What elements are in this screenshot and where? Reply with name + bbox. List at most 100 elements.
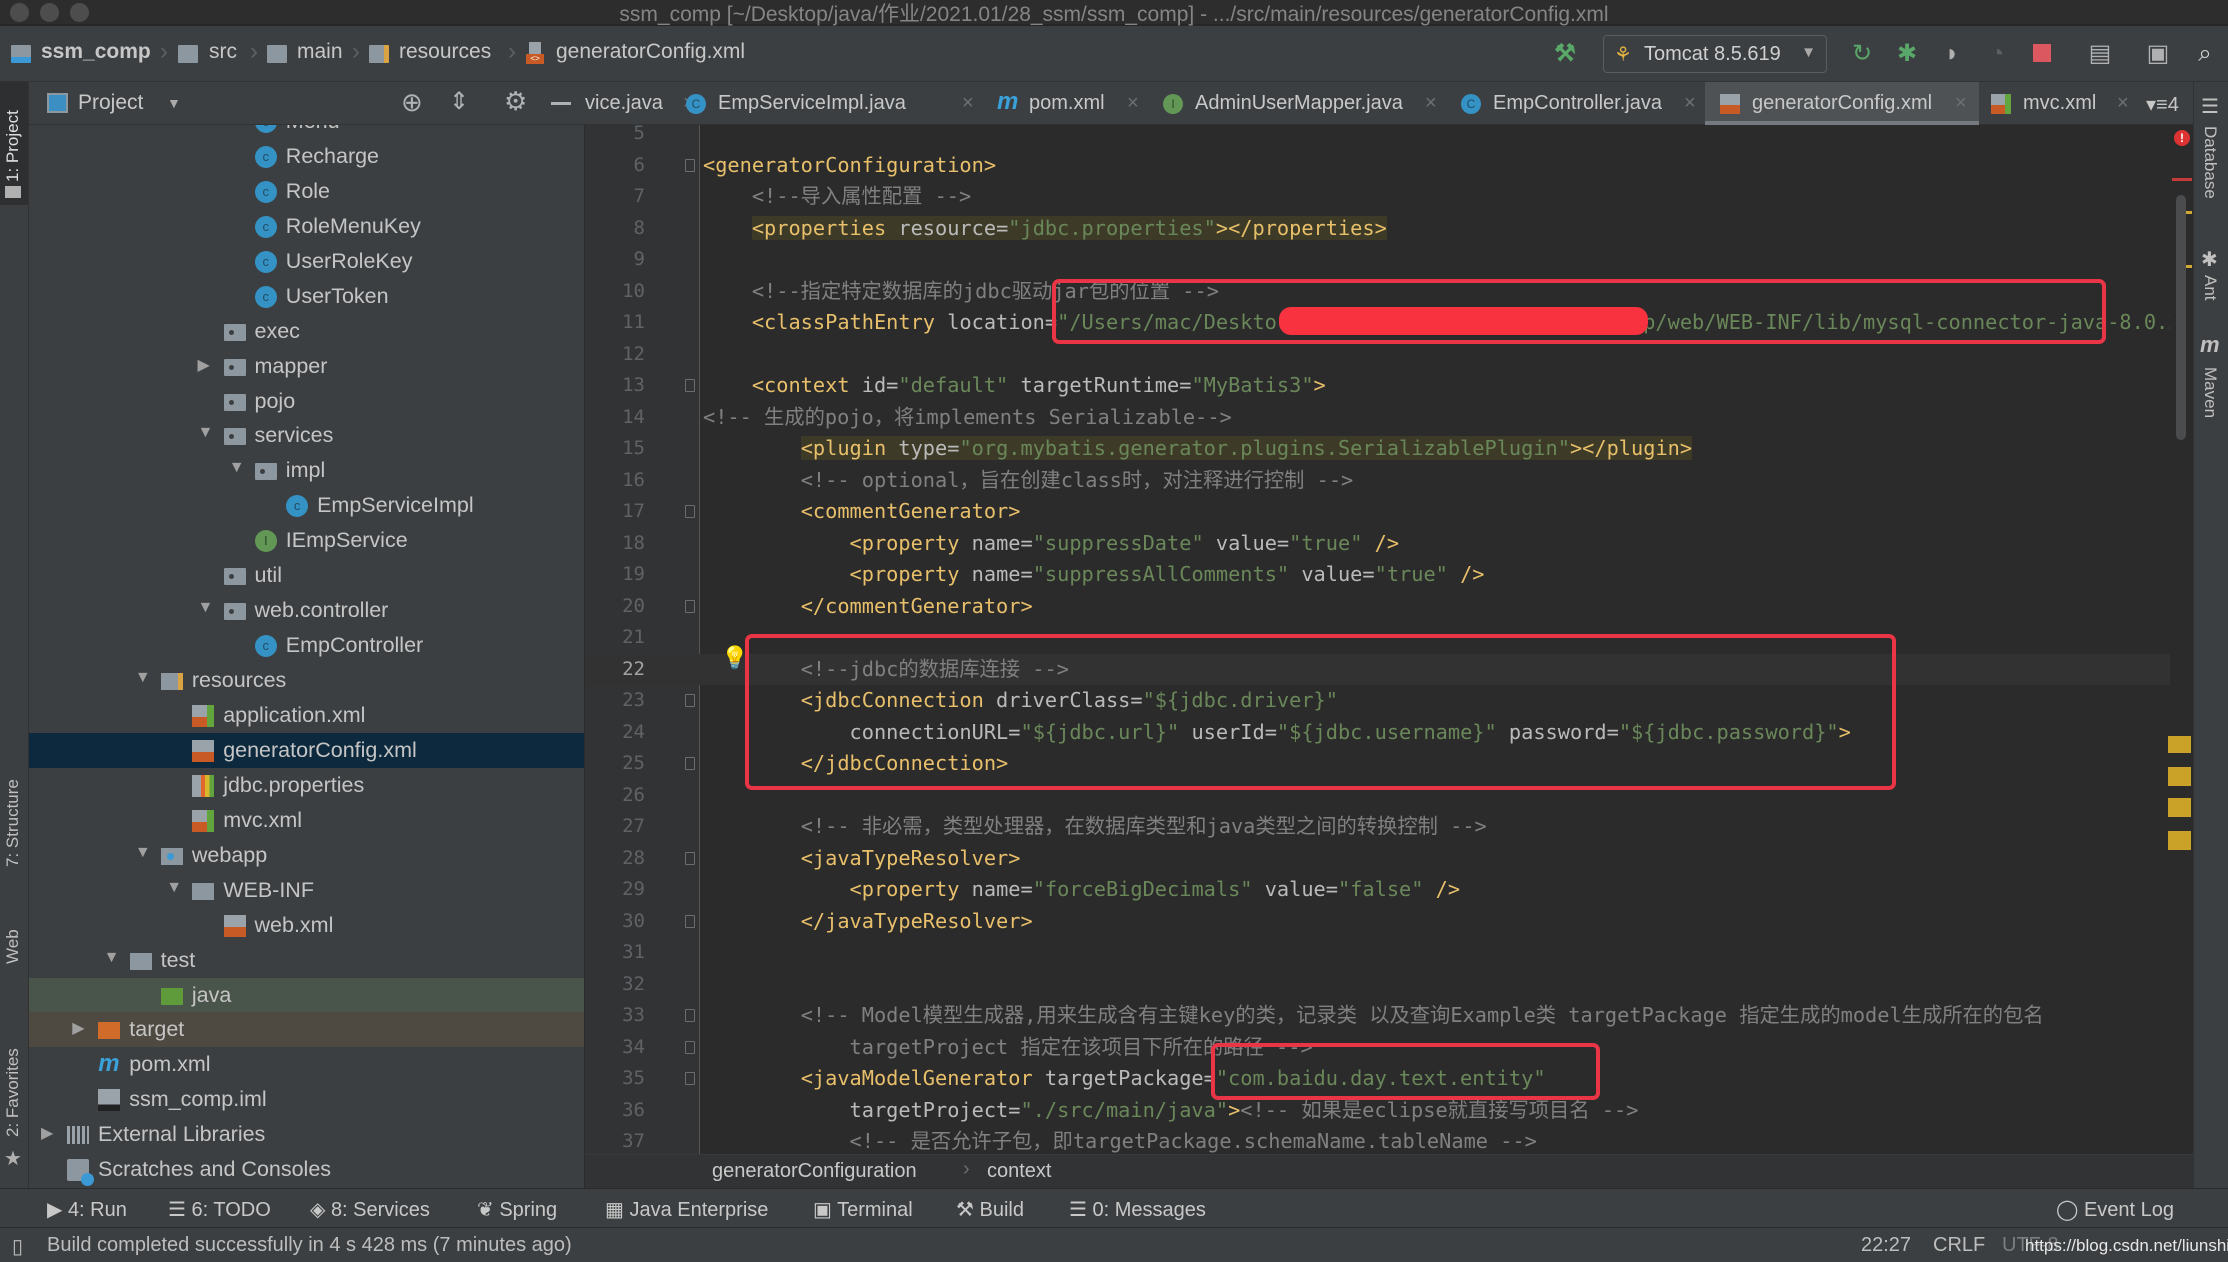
code-line[interactable]: 16 <!-- optional，旨在创建class时，对注释进行控制 --> bbox=[585, 465, 2193, 497]
chevron-right-icon[interactable]: ▶ bbox=[198, 355, 210, 375]
tab-mvc-xml[interactable]: mvc.xml × bbox=[1989, 82, 2141, 125]
web-tool-tab[interactable]: Web bbox=[3, 929, 23, 964]
error-icon[interactable]: ! bbox=[2174, 130, 2190, 146]
chevron-down-icon[interactable]: ▼ bbox=[229, 459, 245, 477]
chevron-right-icon[interactable]: ▶ bbox=[41, 1123, 53, 1143]
fold-marker-icon[interactable] bbox=[685, 505, 695, 518]
fold-marker-icon[interactable] bbox=[685, 757, 695, 770]
code-line[interactable]: 8 <properties resource="jdbc.properties"… bbox=[585, 213, 2193, 245]
tree-item-services[interactable]: ▼ services bbox=[29, 418, 584, 453]
terminal-tool-button[interactable]: ▣ Terminal bbox=[813, 1197, 913, 1222]
fold-marker-icon[interactable] bbox=[685, 1072, 695, 1085]
search-icon[interactable]: ⌕ bbox=[2190, 40, 2220, 68]
close-tab-icon[interactable]: × bbox=[1127, 92, 1139, 115]
presentation-icon[interactable]: ▣ bbox=[2143, 40, 2173, 68]
chevron-down-icon[interactable]: ▼ bbox=[135, 844, 151, 862]
tree-item-impl[interactable]: ▼ impl bbox=[29, 453, 584, 488]
breadcrumb-project[interactable]: ssm_comp bbox=[41, 40, 151, 64]
toggle-tool-windows-icon[interactable]: ▯ bbox=[12, 1234, 23, 1259]
stop-icon[interactable] bbox=[2033, 44, 2051, 62]
build-tool-button[interactable]: ⚒ Build bbox=[956, 1197, 1024, 1222]
tree-item-userrolekey[interactable]: c UserRoleKey bbox=[29, 244, 584, 279]
services-tool-button[interactable]: ◈ 8: Services bbox=[310, 1197, 430, 1222]
tree-item-pojo[interactable]: pojo bbox=[29, 384, 584, 419]
fold-marker-icon[interactable] bbox=[685, 599, 695, 613]
project-structure-icon[interactable]: ▤ bbox=[2085, 40, 2115, 68]
code-line[interactable]: 19 <property name="suppressAllComments" … bbox=[585, 559, 2193, 591]
project-tool-tab[interactable]: 1: Project bbox=[0, 82, 28, 205]
tab-empserviceimpl-java[interactable]: C EmpServiceImpl.java × bbox=[686, 82, 986, 125]
tree-item-web-xml[interactable]: web.xml bbox=[29, 908, 584, 943]
code-line[interactable]: 37 <!-- 是否允许子包，即targetPackage.schemaName… bbox=[585, 1126, 2193, 1154]
maven-tool-tab[interactable]: Maven bbox=[2200, 367, 2220, 418]
chevron-down-icon[interactable]: ▼ bbox=[135, 669, 151, 687]
debug-icon[interactable]: ✱ bbox=[1892, 40, 1922, 68]
tree-item-menu[interactable]: c Menu bbox=[29, 125, 584, 139]
tree-item-iempservice[interactable]: I IEmpService bbox=[29, 523, 584, 558]
breadcrumb-context[interactable]: context bbox=[987, 1160, 1051, 1183]
tab-pom-xml[interactable]: m pom.xml × bbox=[995, 82, 1151, 125]
tree-item-exec[interactable]: exec bbox=[29, 314, 584, 349]
code-line[interactable]: 5 bbox=[585, 125, 2193, 150]
tree-item-web-controller[interactable]: ▼ web.controller bbox=[29, 593, 584, 628]
error-marker[interactable] bbox=[2172, 178, 2192, 181]
tree-item-empcontroller[interactable]: c EmpController bbox=[29, 628, 584, 663]
database-tool-tab[interactable]: Database bbox=[2200, 126, 2220, 199]
warning-marker[interactable] bbox=[2168, 767, 2191, 786]
tree-item-usertoken[interactable]: c UserToken bbox=[29, 279, 584, 314]
event-log-button[interactable]: ◯ Event Log bbox=[2056, 1197, 2174, 1222]
chevron-down-icon[interactable]: ▼ bbox=[166, 879, 182, 897]
tree-item-generatorconfig-xml[interactable]: generatorConfig.xml bbox=[29, 732, 584, 768]
rerun-icon[interactable]: ↻ bbox=[1847, 40, 1877, 68]
collapse-all-icon[interactable]: ⇕ bbox=[449, 87, 469, 116]
chevron-down-icon[interactable]: ▼ bbox=[104, 949, 120, 967]
code-line[interactable]: 33 <!-- Model模型生成器,用来生成含有主键key的类，记录类 以及查… bbox=[585, 1000, 2193, 1032]
fold-marker-icon[interactable] bbox=[685, 1040, 695, 1054]
scrollbar-thumb[interactable] bbox=[2176, 195, 2186, 440]
ant-tool-tab[interactable]: Ant bbox=[2200, 275, 2220, 301]
code-line[interactable]: 27 <!-- 非必需，类型处理器，在数据库类型和java类型之间的转换控制 -… bbox=[585, 811, 2193, 843]
code-editor[interactable]: 5 6 <generatorConfiguration> 7 <!--导入属性配置 -… bbox=[585, 125, 2193, 1154]
chevron-right-icon[interactable]: ▶ bbox=[72, 1018, 84, 1038]
tree-item-jdbc-properties[interactable]: jdbc.properties bbox=[29, 768, 584, 803]
tree-item-role[interactable]: c Role bbox=[29, 174, 584, 209]
breadcrumb-src[interactable]: src bbox=[209, 40, 237, 64]
breadcrumb-main[interactable]: main bbox=[297, 40, 343, 64]
project-tool-label[interactable]: 1: Project bbox=[3, 110, 23, 182]
close-tab-icon[interactable]: × bbox=[2117, 92, 2129, 115]
profile-icon[interactable]: ◔ bbox=[1982, 40, 2012, 68]
code-line[interactable]: 17 <commentGenerator> bbox=[585, 496, 2193, 528]
tree-item-java[interactable]: java bbox=[29, 977, 584, 1013]
close-tab-icon[interactable]: × bbox=[962, 92, 974, 115]
caret-position[interactable]: 22:27 bbox=[1861, 1234, 1911, 1257]
code-line[interactable]: 13 <context id="default" targetRuntime="… bbox=[585, 370, 2193, 402]
tree-item-application-xml[interactable]: application.xml bbox=[29, 698, 584, 733]
fold-marker-icon[interactable] bbox=[685, 158, 695, 172]
breadcrumb-resources[interactable]: resources bbox=[399, 40, 491, 64]
code-line[interactable]: 20 </commentGenerator> bbox=[585, 591, 2193, 623]
code-line[interactable]: 29 <property name="forceBigDecimals" val… bbox=[585, 874, 2193, 906]
close-tab-icon[interactable]: × bbox=[1425, 92, 1437, 115]
todo-tool-button[interactable]: ☰ 6: TODO bbox=[168, 1197, 271, 1222]
tree-item-empserviceimpl[interactable]: c EmpServiceImpl bbox=[29, 488, 584, 523]
gear-icon[interactable]: ⚙ bbox=[504, 86, 527, 117]
code-line[interactable]: 7 <!--导入属性配置 --> bbox=[585, 181, 2193, 213]
fold-marker-icon[interactable] bbox=[685, 1009, 695, 1022]
run-tool-button[interactable]: ▶ 4: Run bbox=[47, 1197, 127, 1222]
tabs-overflow-button[interactable]: ▾≡4 bbox=[2146, 92, 2179, 122]
breadcrumb-file[interactable]: generatorConfig.xml bbox=[556, 40, 745, 64]
warning-marker[interactable] bbox=[2168, 736, 2191, 753]
project-view-select[interactable]: Project bbox=[78, 91, 143, 115]
tab-generatorconfig-xml[interactable]: generatorConfig.xml × bbox=[1705, 82, 1979, 125]
tree-item-util[interactable]: util bbox=[29, 558, 584, 593]
error-stripe[interactable]: ! bbox=[2168, 125, 2193, 1154]
messages-tool-button[interactable]: ☰ 0: Messages bbox=[1069, 1197, 1206, 1222]
tree-item-target[interactable]: ▶ target bbox=[29, 1012, 584, 1048]
fold-marker-icon[interactable] bbox=[685, 379, 695, 392]
tree-item-webapp[interactable]: ▼ webapp bbox=[29, 838, 584, 873]
code-line[interactable]: 31 bbox=[585, 937, 2193, 969]
chevron-down-icon[interactable]: ▼ bbox=[198, 599, 214, 617]
tree-item-rolemenukey[interactable]: c RoleMenuKey bbox=[29, 209, 584, 244]
code-line[interactable]: 30 </javaTypeResolver> bbox=[585, 906, 2193, 938]
tab-empcontroller-java[interactable]: C EmpController.java × bbox=[1461, 82, 1708, 125]
